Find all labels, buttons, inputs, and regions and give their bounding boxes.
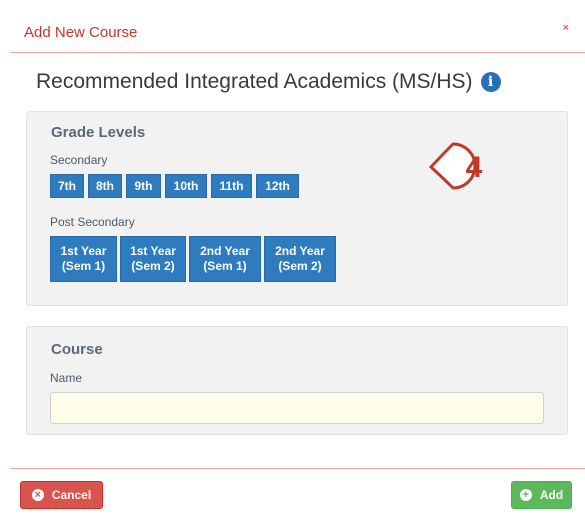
- course-heading: Course: [51, 341, 103, 358]
- modal-title: Add New Course: [24, 24, 138, 41]
- grade-button-2nd-year-sem-2[interactable]: 2nd Year (Sem 2): [264, 236, 336, 282]
- callout-number: 4: [466, 151, 483, 184]
- grade-button-8th[interactable]: 8th: [88, 174, 122, 198]
- grade-button-12th[interactable]: 12th: [256, 174, 299, 198]
- course-name-input[interactable]: [50, 392, 544, 424]
- page-title: Recommended Integrated Academics (MS/HS)…: [36, 70, 501, 94]
- add-label: Add: [539, 488, 564, 502]
- info-icon[interactable]: i: [480, 72, 501, 92]
- grade-levels-heading: Grade Levels: [51, 124, 146, 141]
- times-circle-icon: ×: [31, 489, 44, 501]
- step-callout-badge: 4: [429, 142, 483, 190]
- grade-button-1st-year-sem-1[interactable]: 1st Year (Sem 1): [50, 236, 117, 282]
- footer-divider: [10, 468, 585, 469]
- name-label: Name: [50, 371, 83, 385]
- grade-button-11th[interactable]: 11th: [211, 174, 252, 198]
- add-button[interactable]: + Add: [511, 481, 572, 509]
- modal-header: Add New Course ×: [10, 8, 585, 53]
- grade-button-2nd-year-sem-1[interactable]: 2nd Year (Sem 1): [189, 236, 261, 282]
- course-panel: Course Name: [26, 326, 568, 435]
- grade-button-10th[interactable]: 10th: [165, 174, 207, 198]
- grade-button-7th[interactable]: 7th: [50, 174, 84, 198]
- close-icon[interactable]: ×: [563, 22, 569, 34]
- page-title-text: Recommended Integrated Academics (MS/HS): [36, 70, 473, 93]
- cancel-button[interactable]: × Cancel: [20, 481, 103, 509]
- post-secondary-label: Post Secondary: [50, 215, 135, 229]
- plus-circle-icon: +: [519, 489, 532, 501]
- grade-button-1st-year-sem-2[interactable]: 1st Year (Sem 2): [120, 236, 186, 282]
- secondary-label: Secondary: [50, 153, 108, 167]
- grade-button-9th[interactable]: 9th: [126, 174, 161, 198]
- cancel-label: Cancel: [51, 488, 92, 502]
